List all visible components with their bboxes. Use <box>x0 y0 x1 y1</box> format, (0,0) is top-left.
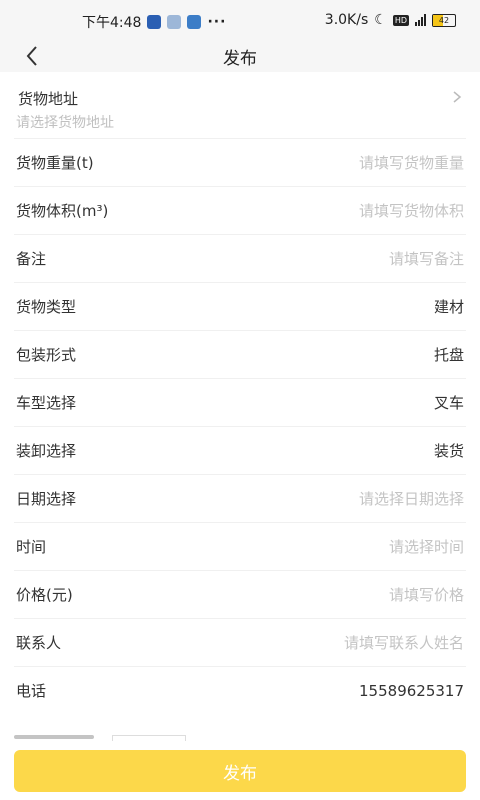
app-notification-icon <box>147 15 162 29</box>
weight-row[interactable]: 货物重量(t) 请填写货物重量 <box>14 139 466 187</box>
address-row[interactable]: 货物地址 请选择货物地址 <box>14 72 466 139</box>
vehicle-label: 车型选择 <box>16 394 77 412</box>
address-label: 货物地址 <box>18 90 79 108</box>
status-bar: 下午4:48 ··· 3.0K/s ☾ HD 42 <box>0 0 480 40</box>
remark-input[interactable]: 请填写备注 <box>389 248 466 269</box>
status-time: 下午4:48 <box>82 15 142 31</box>
date-picker[interactable]: 请选择日期选择 <box>359 488 466 509</box>
cargo-type-row[interactable]: 货物类型 建材 <box>14 283 466 331</box>
status-left: 下午4:48 ··· <box>82 12 226 32</box>
load-unload-value[interactable]: 装货 <box>434 440 466 461</box>
load-unload-row[interactable]: 装卸选择 装货 <box>14 427 466 475</box>
date-label: 日期选择 <box>16 490 77 508</box>
packaging-value[interactable]: 托盘 <box>434 344 466 365</box>
volume-input[interactable]: 请填写货物体积 <box>359 200 466 221</box>
page-title: 发布 <box>223 49 257 69</box>
packaging-label: 包装形式 <box>16 346 77 364</box>
phone-label: 电话 <box>16 682 47 700</box>
contact-input[interactable]: 请填写联系人姓名 <box>344 632 466 653</box>
volume-label: 货物体积(m³) <box>16 202 109 220</box>
contact-label: 联系人 <box>16 634 62 652</box>
price-row[interactable]: 价格(元) 请填写价格 <box>14 571 466 619</box>
app-notification-icon <box>167 15 182 29</box>
weight-input[interactable]: 请填写货物重量 <box>359 152 466 173</box>
phone-row[interactable]: 电话 15589625317 <box>14 667 466 714</box>
load-unload-label: 装卸选择 <box>16 442 77 460</box>
moon-icon: ☾ <box>374 12 387 28</box>
cargo-type-value[interactable]: 建材 <box>434 296 466 317</box>
volume-row[interactable]: 货物体积(m³) 请填写货物体积 <box>14 187 466 235</box>
phone-input[interactable]: 15589625317 <box>359 682 466 700</box>
cargo-type-label: 货物类型 <box>16 298 77 316</box>
date-row[interactable]: 日期选择 请选择日期选择 <box>14 475 466 523</box>
net-speed: 3.0K/s <box>324 12 369 28</box>
hd-icon: HD <box>392 14 409 26</box>
publish-form: 货物地址 请选择货物地址 货物重量(t) 请填写货物重量 货物体积(m³) 请填… <box>0 72 480 714</box>
address-placeholder: 请选择货物地址 <box>16 115 114 131</box>
vehicle-row[interactable]: 车型选择 叉车 <box>14 379 466 427</box>
chevron-right-icon <box>453 91 462 103</box>
price-input[interactable]: 请填写价格 <box>389 584 466 605</box>
hidden-row-label <box>14 735 94 739</box>
bottom-bar: 发布 <box>0 741 480 800</box>
signal-icon <box>415 14 426 26</box>
remark-row[interactable]: 备注 请填写备注 <box>14 235 466 283</box>
time-label: 时间 <box>16 538 47 556</box>
weight-label: 货物重量(t) <box>16 154 94 172</box>
contact-row[interactable]: 联系人 请填写联系人姓名 <box>14 619 466 667</box>
app-notification-icon <box>187 15 202 29</box>
packaging-row[interactable]: 包装形式 托盘 <box>14 331 466 379</box>
battery-icon: 42 <box>432 13 456 27</box>
more-notifications-icon: ··· <box>207 14 227 30</box>
time-picker[interactable]: 请选择时间 <box>389 536 466 557</box>
status-right: 3.0K/s ☾ HD 42 <box>325 12 456 28</box>
remark-label: 备注 <box>16 250 47 268</box>
nav-header: 发布 <box>0 40 480 72</box>
vehicle-value[interactable]: 叉车 <box>434 392 466 413</box>
publish-button[interactable]: 发布 <box>14 750 466 792</box>
battery-level: 42 <box>438 15 450 25</box>
price-label: 价格(元) <box>16 586 73 604</box>
time-row[interactable]: 时间 请选择时间 <box>14 523 466 571</box>
